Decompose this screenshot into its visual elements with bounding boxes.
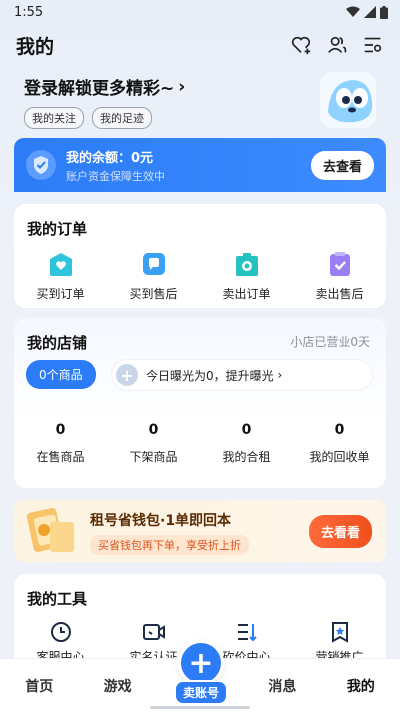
- coupon-wallet-icon: [26, 508, 74, 552]
- order-item-sold-aftersale[interactable]: 卖出售后: [293, 250, 386, 302]
- stat-value: 0: [55, 422, 66, 438]
- balance-card: 我的余额：0元 账户资金保障生效中 去查看: [14, 138, 386, 192]
- stat-value: 0: [148, 422, 159, 438]
- order-item-label: 卖出售后: [315, 287, 364, 301]
- order-item-bought-aftersale[interactable]: 买到售后: [107, 250, 200, 302]
- page-title: 我的: [16, 35, 55, 58]
- shop-title: 我的店铺: [27, 334, 88, 352]
- chat-icon: [142, 253, 165, 275]
- star-bookmark-icon: [331, 622, 348, 643]
- tab-mine[interactable]: 我的: [322, 676, 400, 696]
- page-header: 我的: [0, 28, 400, 62]
- clock-icon: [50, 622, 71, 642]
- mascot-icon: [320, 72, 376, 128]
- home-indicator: [150, 706, 250, 709]
- status-bar: 1:55: [0, 0, 400, 24]
- sell-account-button[interactable]: + 卖账号: [173, 640, 229, 705]
- tab-home[interactable]: 首页: [0, 676, 78, 696]
- order-item-sold[interactable]: 卖出订单: [200, 250, 293, 302]
- stat-recycle-orders[interactable]: 0 我的回收单: [293, 422, 386, 465]
- tab-games[interactable]: 游戏: [78, 676, 156, 696]
- avatar[interactable]: [320, 72, 376, 128]
- chevron-right-icon: ›: [273, 368, 283, 382]
- video-icon: [142, 624, 165, 640]
- camera-bag-icon: [235, 253, 258, 276]
- contacts-icon[interactable]: [326, 34, 348, 56]
- order-item-label: 买到订单: [36, 287, 85, 301]
- promo-banner[interactable]: 租号省钱包·1单即回本 买省钱包再下单，享受折上折 去看看: [14, 500, 386, 562]
- stat-value: 0: [241, 422, 252, 438]
- sell-account-label: 卖账号: [173, 680, 228, 705]
- order-item-label: 买到售后: [129, 287, 178, 301]
- stat-on-sale[interactable]: 0 在售商品: [14, 422, 107, 465]
- exposure-banner[interactable]: + 今日曝光为0，提升曝光 ›: [112, 360, 372, 390]
- heart-bag-icon: [49, 253, 72, 276]
- clipboard-check-icon: [329, 252, 350, 276]
- tools-title: 我的工具: [27, 590, 88, 608]
- promo-subtitle: 买省钱包再下单，享受折上折: [90, 535, 249, 555]
- balance-subtitle: 账户资金保障生效中: [66, 169, 165, 183]
- orders-title: 我的订单: [27, 220, 88, 238]
- settings-icon[interactable]: [362, 34, 384, 56]
- stat-value: 0: [334, 422, 345, 438]
- wifi-icon: [346, 6, 360, 17]
- my-footprints-tag[interactable]: 我的足迹: [92, 107, 152, 129]
- login-title: 登录解锁更多精彩~: [24, 79, 175, 99]
- promo-go-button[interactable]: 去看看: [308, 515, 372, 548]
- shop-card: 我的店铺 小店已营业0天 0个商品 + 今日曝光为0，提升曝光 › 0 在售商品…: [14, 318, 386, 488]
- view-balance-button[interactable]: 去查看: [310, 150, 374, 180]
- stat-delisted[interactable]: 0 下架商品: [107, 422, 200, 465]
- status-time: 1:55: [14, 4, 44, 20]
- shield-icon: [26, 150, 56, 180]
- stat-shared-rent[interactable]: 0 我的合租: [200, 422, 293, 465]
- sort-icon: [237, 624, 257, 642]
- order-item-label: 卖出订单: [222, 287, 271, 301]
- my-follows-tag[interactable]: 我的关注: [24, 107, 84, 129]
- shop-status: 小店已营业0天: [290, 335, 370, 349]
- login-link[interactable]: 登录解锁更多精彩~ ›: [24, 74, 186, 100]
- orders-card: 我的订单 买到订单 买到售后 卖出订单 卖出售后: [14, 204, 386, 308]
- stat-label: 在售商品: [36, 450, 85, 464]
- chevron-right-icon: ›: [178, 76, 186, 97]
- tab-messages[interactable]: 消息: [243, 676, 321, 696]
- plus-icon: +: [116, 364, 138, 386]
- stat-label: 我的合租: [222, 450, 271, 464]
- promo-title: 租号省钱包·1单即回本: [90, 513, 232, 529]
- status-icons: [346, 5, 388, 19]
- exposure-text: 今日曝光为0，提升曝光: [146, 368, 274, 383]
- battery-icon: [380, 5, 388, 19]
- goods-count-button[interactable]: 0个商品: [26, 360, 96, 389]
- login-section: 登录解锁更多精彩~ › 我的关注 我的足迹: [24, 74, 185, 129]
- stat-label: 我的回收单: [309, 450, 370, 464]
- signal-icon: [364, 6, 376, 18]
- favorite-add-icon[interactable]: [290, 34, 312, 56]
- balance-label: 我的余额：0元: [66, 150, 154, 166]
- stat-label: 下架商品: [129, 450, 178, 464]
- order-item-bought[interactable]: 买到订单: [14, 250, 107, 302]
